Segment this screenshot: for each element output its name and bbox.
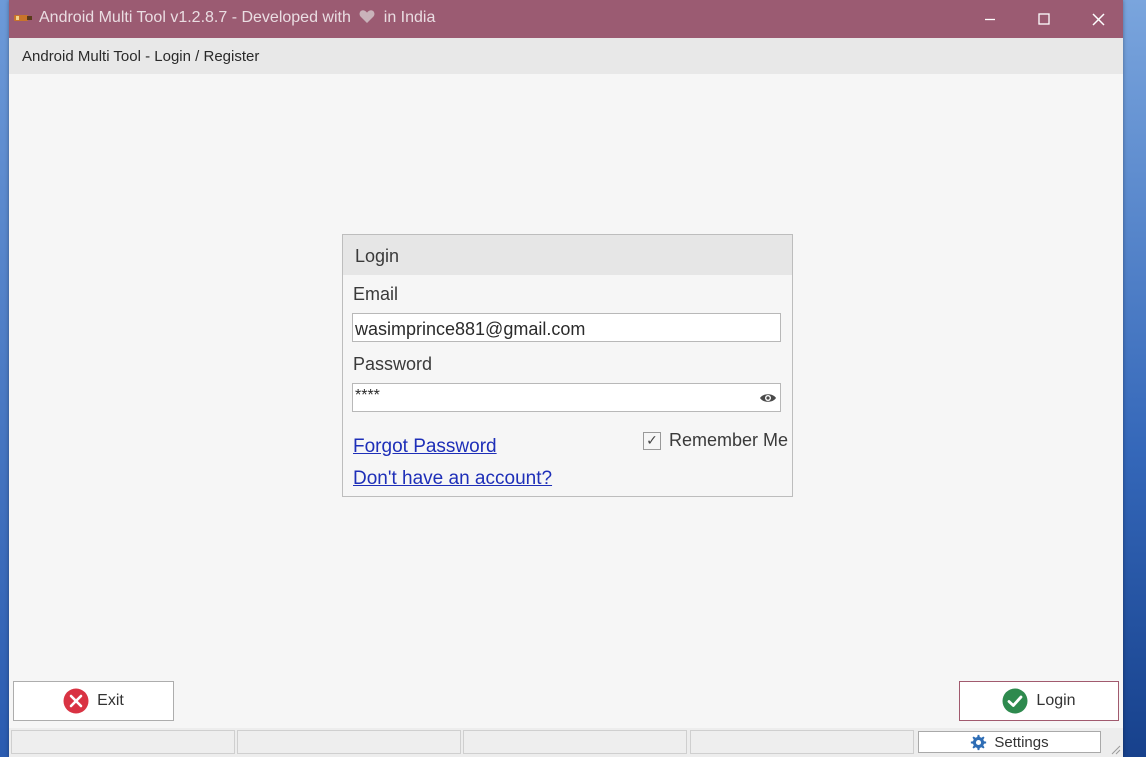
status-segment xyxy=(463,730,687,754)
login-label: Login xyxy=(1036,692,1076,709)
minimize-button[interactable] xyxy=(963,0,1017,38)
app-window: Android Multi Tool v1.2.8.7 - Developed … xyxy=(9,0,1123,757)
resize-grip-icon[interactable] xyxy=(1109,743,1121,755)
status-segment xyxy=(237,730,461,754)
register-link[interactable]: Don't have an account? xyxy=(353,468,552,490)
login-panel: Login Email wasimprince881@gmail.com Pas… xyxy=(342,234,793,497)
login-check-circle-icon xyxy=(1002,688,1028,714)
password-field[interactable]: **** xyxy=(352,383,781,412)
status-bar: Settings xyxy=(9,728,1123,757)
window-title-suffix: in India xyxy=(383,9,436,26)
window-title-prefix: Android Multi Tool v1.2.8.7 - Developed … xyxy=(39,9,351,26)
maximize-button[interactable] xyxy=(1017,0,1071,38)
email-label: Email xyxy=(353,284,399,304)
status-segment xyxy=(690,730,914,754)
exit-button[interactable]: Exit xyxy=(13,681,174,721)
desktop-edge-left xyxy=(0,0,9,757)
login-heading: Login xyxy=(355,246,400,266)
forgot-password-link[interactable]: Forgot Password xyxy=(353,436,497,458)
minimize-icon xyxy=(985,18,995,21)
settings-label: Settings xyxy=(994,733,1049,751)
email-value: wasimprince881@gmail.com xyxy=(355,319,586,339)
password-value: **** xyxy=(355,387,380,404)
heart-icon xyxy=(359,10,375,23)
remember-me-check-icon[interactable]: ✓ xyxy=(643,431,661,450)
close-button[interactable] xyxy=(1071,0,1125,38)
status-segment xyxy=(11,730,235,754)
maximize-icon xyxy=(1038,13,1050,25)
email-field[interactable]: wasimprince881@gmail.com xyxy=(352,313,781,342)
login-panel-header: Login xyxy=(343,235,792,275)
title-bar[interactable]: Android Multi Tool v1.2.8.7 - Developed … xyxy=(9,0,1123,38)
exit-x-circle-icon xyxy=(63,688,89,714)
remember-me-label: Remember Me xyxy=(669,430,789,450)
page-header: Android Multi Tool - Login / Register xyxy=(9,38,1123,74)
close-icon xyxy=(1091,12,1105,26)
login-button[interactable]: Login xyxy=(959,681,1119,721)
remember-me-checkbox[interactable]: ✓ Remember Me xyxy=(643,430,788,451)
page-title: Android Multi Tool - Login / Register xyxy=(22,48,260,65)
window-title: Android Multi Tool v1.2.8.7 - Developed … xyxy=(39,9,435,27)
gear-icon xyxy=(971,734,987,750)
desktop-edge-right xyxy=(1123,0,1146,757)
show-password-eye-icon[interactable] xyxy=(759,391,777,405)
app-logo-icon xyxy=(14,15,32,21)
exit-label: Exit xyxy=(97,692,124,709)
password-label: Password xyxy=(353,354,433,374)
settings-button[interactable]: Settings xyxy=(918,731,1101,753)
